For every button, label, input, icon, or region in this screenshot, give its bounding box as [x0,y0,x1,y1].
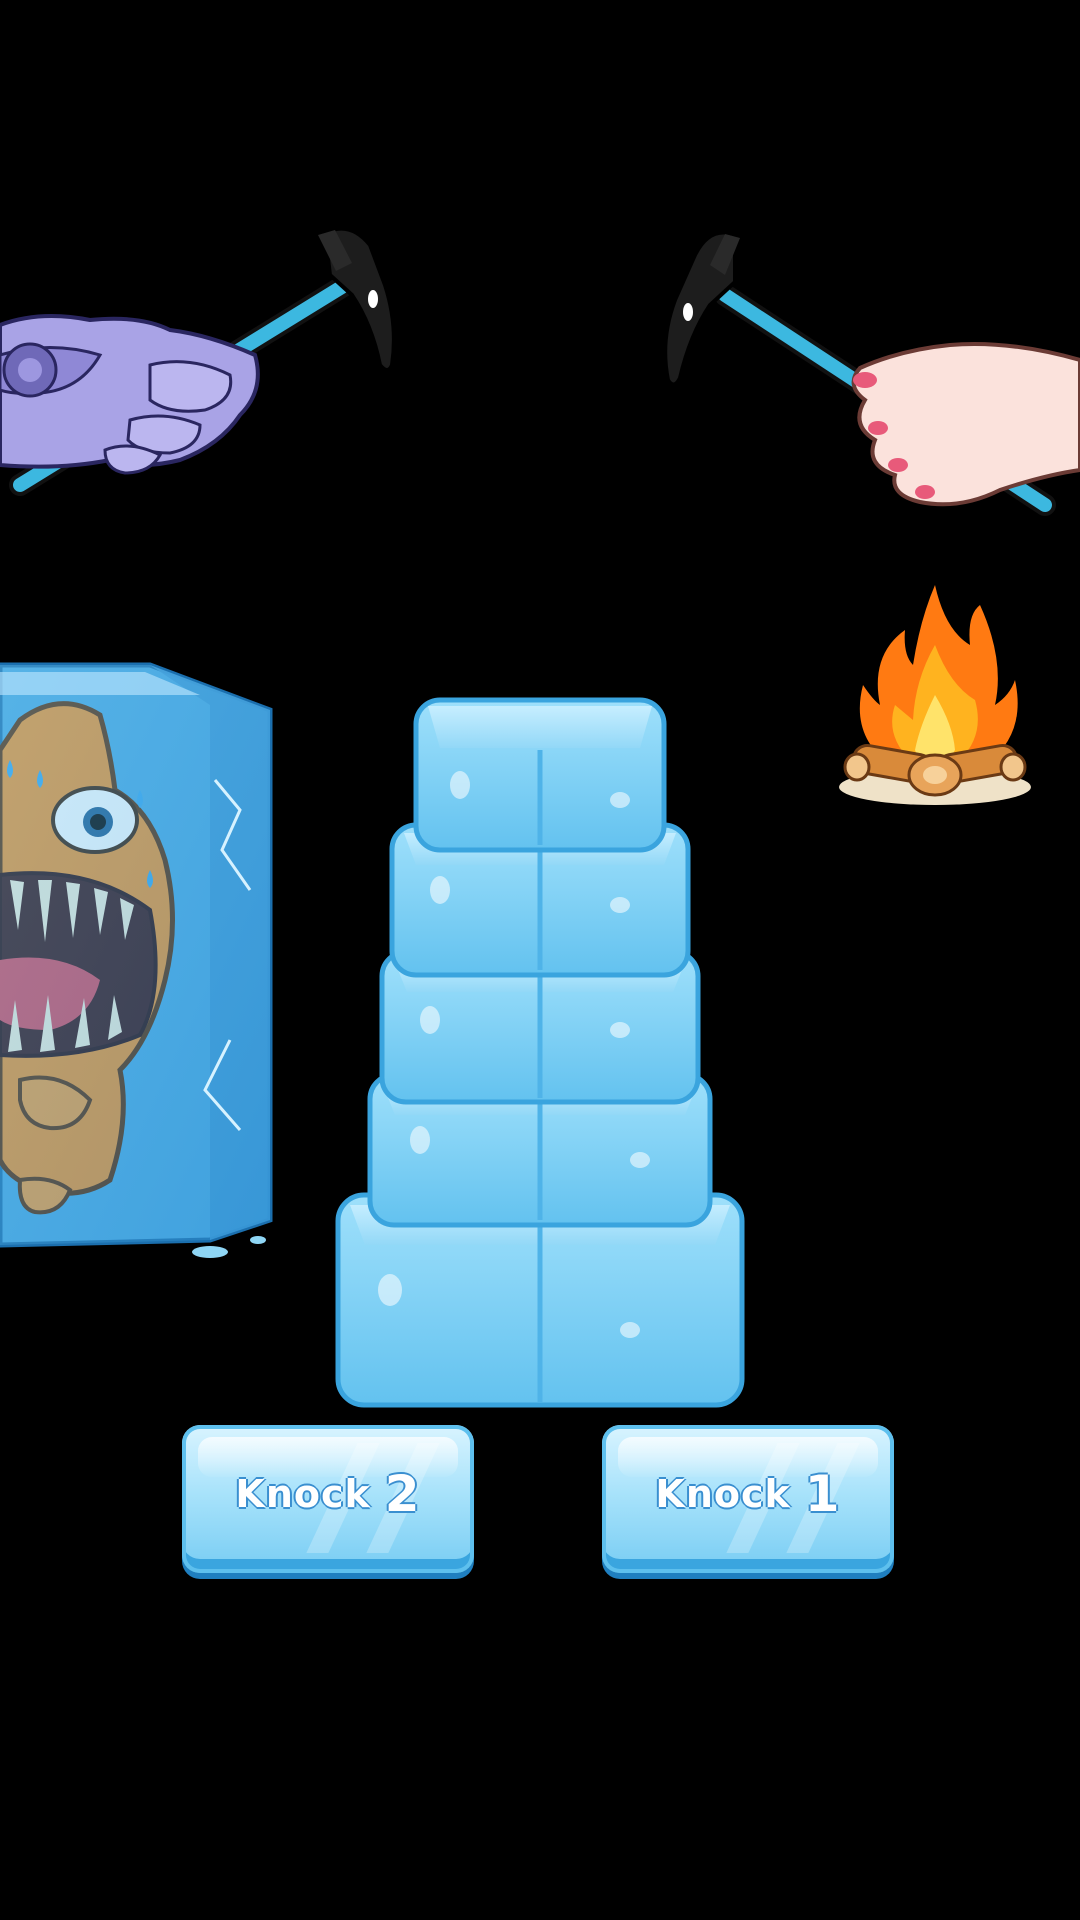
knock-1-button[interactable]: Knock 1 [602,1425,894,1573]
robot-hand-ice-axe-icon [0,215,410,505]
human-hand-ice-axe-icon [650,220,1080,520]
knock-1-label: Knock 1 [655,1465,841,1523]
ice-cube [413,697,667,853]
frozen-monster-in-ice-icon[interactable] [0,660,280,1260]
game-stage: Knock 2 Knock 1 [0,0,1080,1920]
stacked-ice-cubes-icon[interactable] [330,690,750,1420]
campfire-icon[interactable] [835,575,1035,810]
knock-1-number: 1 [804,1465,841,1523]
knock-2-label: Knock 2 [235,1465,421,1523]
knock-2-button[interactable]: Knock 2 [182,1425,474,1573]
knock-2-number: 2 [384,1465,421,1523]
